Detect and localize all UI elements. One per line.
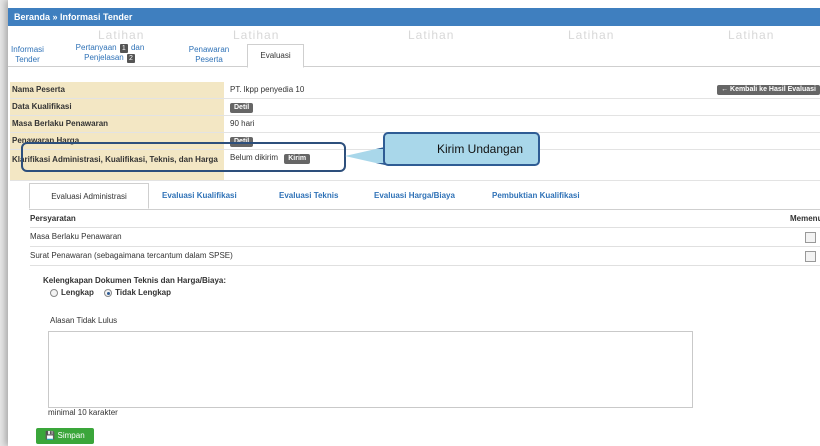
tab-pertanyaan-penjelasan[interactable]: Pertanyaan 1 dan Penjelasan 2 bbox=[54, 43, 166, 63]
main-tabs: Informasi Tender Pertanyaan 1 dan Penjel… bbox=[8, 34, 820, 68]
info-row-nama-peserta: Nama Peserta PT. lkpp penyedia 10 ← Kemb… bbox=[10, 82, 820, 99]
alasan-label: Alasan Tidak Lulus bbox=[50, 316, 118, 325]
count-badge: 2 bbox=[126, 54, 135, 63]
save-icon: 💾 bbox=[45, 431, 56, 440]
info-value: 90 hari bbox=[230, 119, 255, 128]
detil-button[interactable]: Detil bbox=[230, 103, 254, 113]
info-label: Nama Peserta bbox=[10, 82, 224, 98]
highlight-box bbox=[21, 142, 346, 172]
memenuhi-checkbox[interactable] bbox=[805, 232, 816, 243]
tab-evaluasi-teknis[interactable]: Evaluasi Teknis bbox=[279, 183, 338, 209]
tab-evaluasi-harga[interactable]: Evaluasi Harga/Biaya bbox=[374, 183, 455, 209]
requirements-title: Persyaratan bbox=[30, 214, 76, 223]
requirement-row: Surat Penawaran (sebagaimana tercantum d… bbox=[30, 247, 820, 266]
radio-lengkap[interactable] bbox=[50, 288, 58, 297]
radio-tidak-lengkap[interactable] bbox=[104, 288, 113, 297]
alasan-textarea[interactable] bbox=[48, 331, 693, 408]
requirement-label: Surat Penawaran (sebagaimana tercantum d… bbox=[30, 251, 233, 260]
info-row-masa-berlaku: Masa Berlaku Penawaran 90 hari bbox=[10, 116, 820, 133]
tab-evaluasi[interactable]: Evaluasi bbox=[247, 44, 304, 68]
kelengkapan-radio-group: Lengkap Tidak Lengkap bbox=[50, 288, 171, 297]
tab-label-line2: Peserta bbox=[195, 55, 223, 64]
tab-label-line1: Informasi bbox=[11, 45, 44, 54]
tab-informasi-tender[interactable]: Informasi Tender bbox=[10, 45, 45, 65]
tab-evaluasi-kualifikasi[interactable]: Evaluasi Kualifikasi bbox=[162, 183, 237, 209]
info-label: Masa Berlaku Penawaran bbox=[10, 116, 224, 132]
breadcrumb[interactable]: Beranda » Informasi Tender bbox=[8, 8, 820, 26]
info-label: Data Kualifikasi bbox=[10, 99, 224, 115]
requirements-header: Persyaratan Memenuhi bbox=[30, 211, 820, 228]
count-badge: 1 bbox=[119, 44, 128, 53]
tab-penawaran-peserta[interactable]: Penawaran Peserta bbox=[179, 45, 239, 65]
radio-tidak-lengkap-label: Tidak Lengkap bbox=[115, 288, 172, 297]
tab-label-connector: dan bbox=[130, 43, 145, 52]
tab-label-line2: Tender bbox=[15, 55, 40, 64]
info-value: PT. lkpp penyedia 10 bbox=[230, 85, 305, 94]
tab-label-line1: Penawaran bbox=[188, 45, 230, 54]
tab-label-line1: Pertanyaan bbox=[75, 43, 117, 52]
radio-lengkap-label: Lengkap bbox=[61, 288, 94, 297]
page-frame: Beranda » Informasi Tender Latihan Latih… bbox=[8, 0, 820, 446]
requirement-label: Masa Berlaku Penawaran bbox=[30, 232, 122, 241]
save-button[interactable]: 💾 Simpan bbox=[36, 428, 94, 444]
memenuhi-checkbox[interactable] bbox=[805, 251, 816, 262]
tab-label-line2: Penjelasan bbox=[84, 53, 124, 62]
memenuhi-column-header: Memenuhi bbox=[790, 214, 820, 223]
tab-pembuktian-kualifikasi[interactable]: Pembuktian Kualifikasi bbox=[492, 183, 580, 209]
requirement-row: Masa Berlaku Penawaran bbox=[30, 228, 820, 247]
tab-evaluasi-administrasi[interactable]: Evaluasi Administrasi bbox=[29, 183, 149, 209]
info-row-data-kualifikasi: Data Kualifikasi Detil bbox=[10, 99, 820, 116]
minimal-hint: minimal 10 karakter bbox=[48, 408, 118, 417]
save-label: Simpan bbox=[57, 431, 85, 440]
evaluation-tabs: Evaluasi Administrasi Evaluasi Kualifika… bbox=[29, 183, 820, 210]
callout-kirim-undangan: Kirim Undangan bbox=[383, 132, 540, 166]
kelengkapan-label: Kelengkapan Dokumen Teknis dan Harga/Bia… bbox=[43, 276, 227, 285]
back-to-evaluation-button[interactable]: ← Kembali ke Hasil Evaluasi bbox=[717, 85, 820, 95]
